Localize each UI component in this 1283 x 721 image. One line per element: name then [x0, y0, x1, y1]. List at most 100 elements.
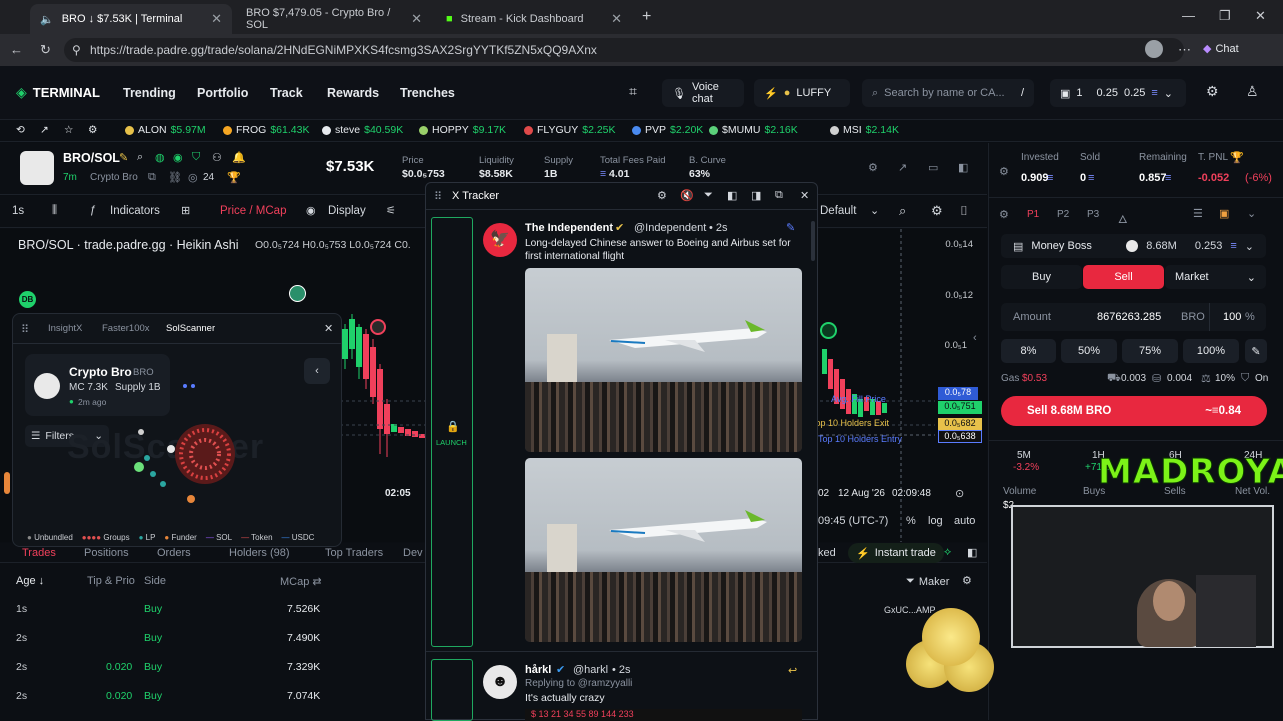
external-link-icon[interactable]: ⧉	[775, 189, 783, 202]
scan-icon[interactable]: ⌗	[629, 83, 637, 100]
panel-right-icon[interactable]: ◨	[751, 189, 761, 202]
minimize-icon[interactable]: —	[1182, 8, 1195, 23]
more-icon[interactable]: ⋯	[1178, 42, 1191, 58]
instant-trade-button[interactable]: ⚡ Instant trade	[848, 543, 944, 563]
wallet-select[interactable]: ▤ Money Boss 8.68M 0.253 ≡ ⌄	[1001, 234, 1266, 258]
settings-icon[interactable]: ⚙	[657, 189, 667, 202]
col-mcap[interactable]: MCap ⇄	[280, 575, 322, 588]
user-badge[interactable]: ⚡ ● LUFFY	[754, 79, 850, 107]
priority-fee[interactable]: 0.003	[1121, 373, 1146, 384]
gear-icon[interactable]: ⚙	[931, 203, 943, 219]
web-icon[interactable]: ◍	[155, 151, 165, 164]
sell-submit-button[interactable]: Sell 8.68M BRO ~≡0.84	[1001, 396, 1267, 426]
launch-button[interactable]: 🔒 LAUNCH	[431, 217, 473, 647]
copilot-chat-button[interactable]: ◆ Chat	[1203, 42, 1239, 56]
profile-avatar[interactable]	[1145, 40, 1163, 58]
table-row[interactable]: 2s 0.020 Buy 7.329K	[0, 653, 430, 681]
trophy-icon[interactable]: 🏆	[1230, 151, 1244, 164]
settings-icon[interactable]: ⚙	[999, 165, 1009, 178]
nav-trending[interactable]: Trending	[123, 86, 176, 100]
post-author[interactable]: hårkl	[525, 664, 551, 676]
settings-icon[interactable]: ⚙	[868, 161, 878, 174]
pin-icon[interactable]: ✎	[786, 221, 795, 234]
post-handle[interactable]: @Independent	[634, 222, 706, 234]
candle-type-icon[interactable]: ⫼	[52, 204, 57, 217]
quick-100-button[interactable]: 100%	[1183, 339, 1239, 363]
browser-tab-crypto-bro[interactable]: BRO $7,479.05 - Crypto Bro / SOL ✕	[236, 4, 432, 34]
mute-icon[interactable]: 🔇	[680, 189, 694, 202]
panel-left-icon[interactable]: ◧	[727, 189, 737, 202]
edit-icon[interactable]: ✎	[119, 151, 128, 164]
post-image[interactable]	[525, 458, 802, 642]
chevron-down-icon[interactable]: ⌄	[870, 204, 879, 217]
ticker-item[interactable]: steve $40.59K	[322, 124, 403, 136]
search-input[interactable]: ⌕ Search by name or CA... /	[862, 79, 1034, 107]
timezone-label[interactable]: 09:45 (UTC-7)	[818, 515, 888, 527]
reload-icon[interactable]: ↻	[40, 42, 51, 58]
nav-trenches[interactable]: Trenches	[400, 86, 455, 100]
post-image[interactable]	[525, 268, 802, 452]
gear-icon[interactable]: ⚙	[999, 208, 1009, 221]
ticker-item[interactable]: HOPPY $9.17K	[419, 124, 506, 136]
bell-icon[interactable]: 🔔	[232, 151, 246, 164]
gear-icon[interactable]: ⚙	[88, 124, 97, 136]
drag-handle-icon[interactable]: ⠿	[21, 323, 29, 336]
tab-trades[interactable]: Trades	[22, 547, 56, 559]
browser-tab-kick[interactable]: ■ Stream - Kick Dashboard ✕	[436, 4, 632, 34]
panel-icon[interactable]: ◧	[958, 161, 968, 174]
preset-p1[interactable]: P1	[1027, 209, 1039, 220]
preset-p3[interactable]: P3	[1087, 209, 1099, 220]
back-icon[interactable]: ←	[10, 42, 23, 57]
tab-top-traders[interactable]: Top Traders	[325, 547, 383, 559]
settings-gear-icon[interactable]: ⚙	[1206, 83, 1219, 100]
post-image-preview[interactable]: $ 13 21 34 55 89 144 233	[525, 709, 802, 721]
percent-value[interactable]: 100	[1223, 311, 1241, 323]
browser-tab-terminal[interactable]: 🔈 BRO ↓ $7.53K | Terminal ✕	[30, 4, 232, 34]
terminal-logo[interactable]: ◈ TERMINAL	[16, 84, 100, 101]
star-icon[interactable]: ☆	[64, 124, 73, 136]
post-author[interactable]: The Independent	[525, 222, 613, 234]
tab-solscanner[interactable]: SolScanner	[166, 323, 215, 334]
pump-icon[interactable]: ◉	[173, 151, 183, 164]
site-info-icon[interactable]: ⚲	[72, 38, 81, 62]
panel-icon[interactable]: ◧	[967, 546, 977, 559]
tip-fee[interactable]: 0.004	[1167, 373, 1192, 384]
nav-portfolio[interactable]: Portfolio	[197, 86, 248, 100]
close-icon[interactable]: ✕	[411, 11, 422, 27]
quick-50-button[interactable]: 50%	[1061, 339, 1117, 363]
chart-line-icon[interactable]: ↗	[898, 161, 907, 174]
independent-avatar[interactable]: 🦅	[483, 223, 517, 257]
post-handle[interactable]: @harkl	[573, 664, 608, 676]
tf-5m-label[interactable]: 5M	[1017, 450, 1031, 461]
ticker-item[interactable]: MSI $2.14K	[830, 124, 899, 136]
voice-chat-button[interactable]: 🎙 Voice chat	[662, 79, 744, 107]
back-arrow-button[interactable]: ‹	[304, 358, 330, 384]
log-scale-toggle[interactable]: log	[928, 515, 943, 527]
maker-filter[interactable]: ⏷ Maker	[906, 575, 949, 588]
col-age[interactable]: Age ↓	[16, 575, 44, 587]
list-icon[interactable]: ☰	[1193, 207, 1203, 220]
display-button[interactable]: Display	[328, 205, 366, 217]
chart-icon[interactable]: ↗	[40, 124, 49, 136]
interval-button[interactable]: 1s	[12, 205, 24, 217]
auto-scale-toggle[interactable]: auto	[954, 515, 975, 527]
quick-8-button[interactable]: 8%	[1001, 339, 1056, 363]
gear-icon[interactable]: ⚙	[962, 574, 972, 587]
tab-faster100x[interactable]: Faster100x	[102, 323, 150, 334]
close-icon[interactable]: ✕	[324, 322, 333, 335]
goto-now-icon[interactable]: ⊙	[955, 487, 964, 500]
harkl-avatar[interactable]: ☻	[483, 665, 517, 699]
seller-marker[interactable]	[370, 319, 386, 335]
ticker-item[interactable]: ALON $5.97M	[125, 124, 206, 136]
filter-icon[interactable]: ⏷	[704, 189, 713, 202]
buy-tab[interactable]: Buy	[1001, 265, 1082, 289]
table-row[interactable]: 1s Buy 7.526K	[0, 595, 430, 623]
tab-orders[interactable]: Orders	[157, 547, 191, 559]
quick-75-button[interactable]: 75%	[1122, 339, 1178, 363]
maximize-icon[interactable]: ❐	[1219, 8, 1231, 24]
percent-scale-toggle[interactable]: %	[906, 515, 916, 527]
collapse-panel-icon[interactable]: ‹	[973, 332, 977, 344]
nav-rewards[interactable]: Rewards	[327, 86, 379, 100]
close-icon[interactable]: ✕	[211, 11, 222, 27]
new-tab-icon[interactable]: +	[642, 8, 651, 26]
